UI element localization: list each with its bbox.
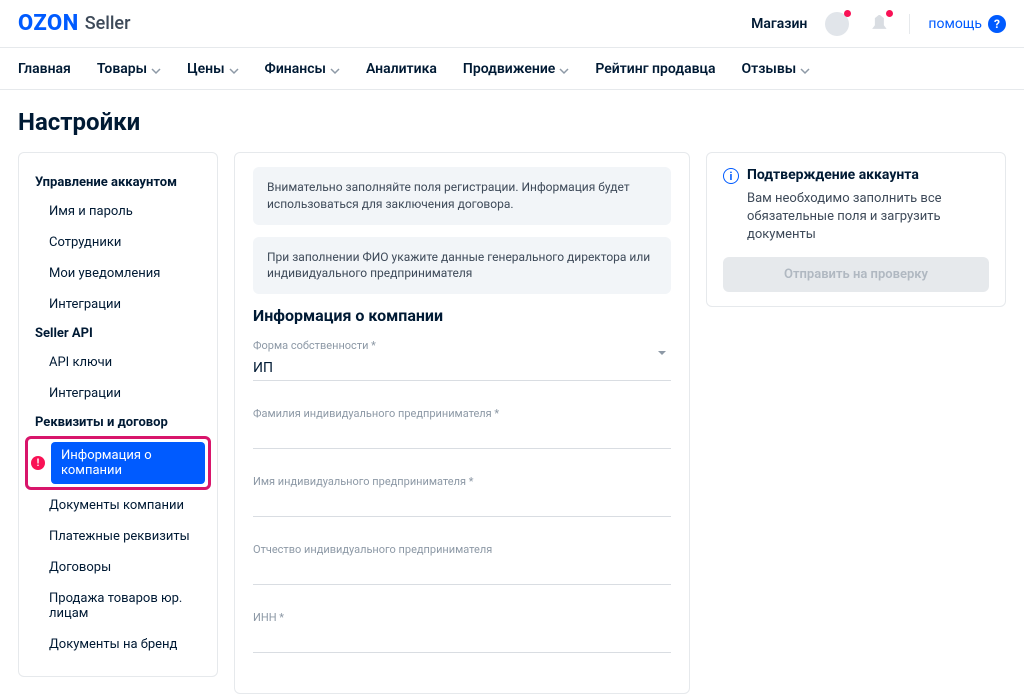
- sidebar-item[interactable]: Имя и пароль: [19, 196, 217, 227]
- sidebar-section-title: Управление аккаунтом: [19, 169, 217, 196]
- section-title: Информация о компании: [253, 306, 671, 325]
- nav-item-продвижение[interactable]: Продвижение: [463, 61, 569, 77]
- alert-icon: !: [31, 456, 45, 470]
- logo[interactable]: OZON Seller: [18, 11, 130, 36]
- lastname-input[interactable]: [253, 424, 671, 449]
- chevron-down-icon: [559, 64, 569, 74]
- settings-main: Внимательно заполняйте поля регистрации.…: [234, 152, 690, 694]
- nav-item-рейтинг продавца[interactable]: Рейтинг продавца: [595, 61, 715, 77]
- nav-item-отзывы[interactable]: Отзывы: [742, 61, 811, 77]
- ownership-select[interactable]: [253, 356, 671, 381]
- nav-item-цены[interactable]: Цены: [187, 61, 238, 77]
- sidebar-item[interactable]: Документы компании: [19, 490, 217, 521]
- inn-input[interactable]: [253, 628, 671, 653]
- nav-item-аналитика[interactable]: Аналитика: [366, 61, 437, 77]
- help-link[interactable]: помощь ?: [928, 15, 1006, 33]
- sidebar-item[interactable]: API ключи: [19, 347, 217, 378]
- lastname-label: Фамилия индивидуального предпринимателя …: [253, 407, 671, 420]
- divider: [909, 14, 910, 34]
- sidebar-item[interactable]: Платежные реквизиты: [19, 521, 217, 552]
- info-icon: i: [723, 168, 739, 184]
- sidebar-item[interactable]: Мои уведомления: [19, 258, 217, 289]
- avatar-icon[interactable]: [825, 12, 849, 36]
- aside-title: Подтверждение аккаунта: [747, 167, 919, 183]
- middlename-label: Отчество индивидуального предпринимателя: [253, 543, 671, 556]
- submit-review-button[interactable]: Отправить на проверку: [723, 257, 989, 292]
- sidebar-section-title: Реквизиты и договор: [19, 409, 217, 436]
- bell-icon[interactable]: [867, 12, 891, 36]
- sidebar-item[interactable]: Интеграции: [19, 378, 217, 409]
- help-label: помощь: [928, 16, 982, 32]
- aside-text: Вам необходимо заполнить все обязательны…: [723, 190, 989, 245]
- sidebar-item[interactable]: Продажа товаров юр. лицам: [19, 583, 217, 629]
- sidebar-item[interactable]: Интеграции: [19, 289, 217, 320]
- chevron-down-icon: [229, 64, 239, 74]
- chevron-down-icon: [657, 343, 667, 353]
- chevron-down-icon: [800, 64, 810, 74]
- main-nav: Главная Товары Цены Финансы Аналитика Продвиж…: [0, 48, 1024, 90]
- inn-label: ИНН *: [253, 611, 671, 624]
- settings-sidebar: Управление аккаунтомИмя и парольСотрудни…: [18, 152, 218, 677]
- firstname-label: Имя индивидуального предпринимателя *: [253, 475, 671, 488]
- sidebar-item[interactable]: Договоры: [19, 552, 217, 583]
- notice-primary: Внимательно заполняйте поля регистрации.…: [253, 167, 671, 225]
- firstname-input[interactable]: [253, 492, 671, 517]
- logo-main: OZON: [18, 11, 79, 36]
- sidebar-item[interactable]: Документы на бренд: [19, 629, 217, 660]
- sidebar-item[interactable]: Сотрудники: [19, 227, 217, 258]
- ownership-label: Форма собственности *: [253, 339, 671, 352]
- nav-item-финансы[interactable]: Финансы: [265, 61, 340, 77]
- sidebar-item-label: Информация о компании: [51, 442, 205, 484]
- chevron-down-icon: [151, 64, 161, 74]
- logo-sub: Seller: [85, 13, 131, 34]
- notice-secondary: При заполнении ФИО укажите данные генера…: [253, 237, 671, 295]
- nav-item-главная[interactable]: Главная: [18, 61, 71, 77]
- page-title: Настройки: [18, 108, 1006, 136]
- shop-label[interactable]: Магазин: [751, 16, 807, 32]
- middlename-input[interactable]: [253, 560, 671, 585]
- account-confirmation-card: i Подтверждение аккаунта Вам необходимо …: [706, 152, 1006, 307]
- sidebar-item-active[interactable]: ! Информация о компании: [19, 436, 217, 490]
- chevron-down-icon: [330, 64, 340, 74]
- nav-item-товары[interactable]: Товары: [97, 61, 161, 77]
- sidebar-section-title: Seller API: [19, 320, 217, 347]
- help-icon: ?: [988, 15, 1006, 33]
